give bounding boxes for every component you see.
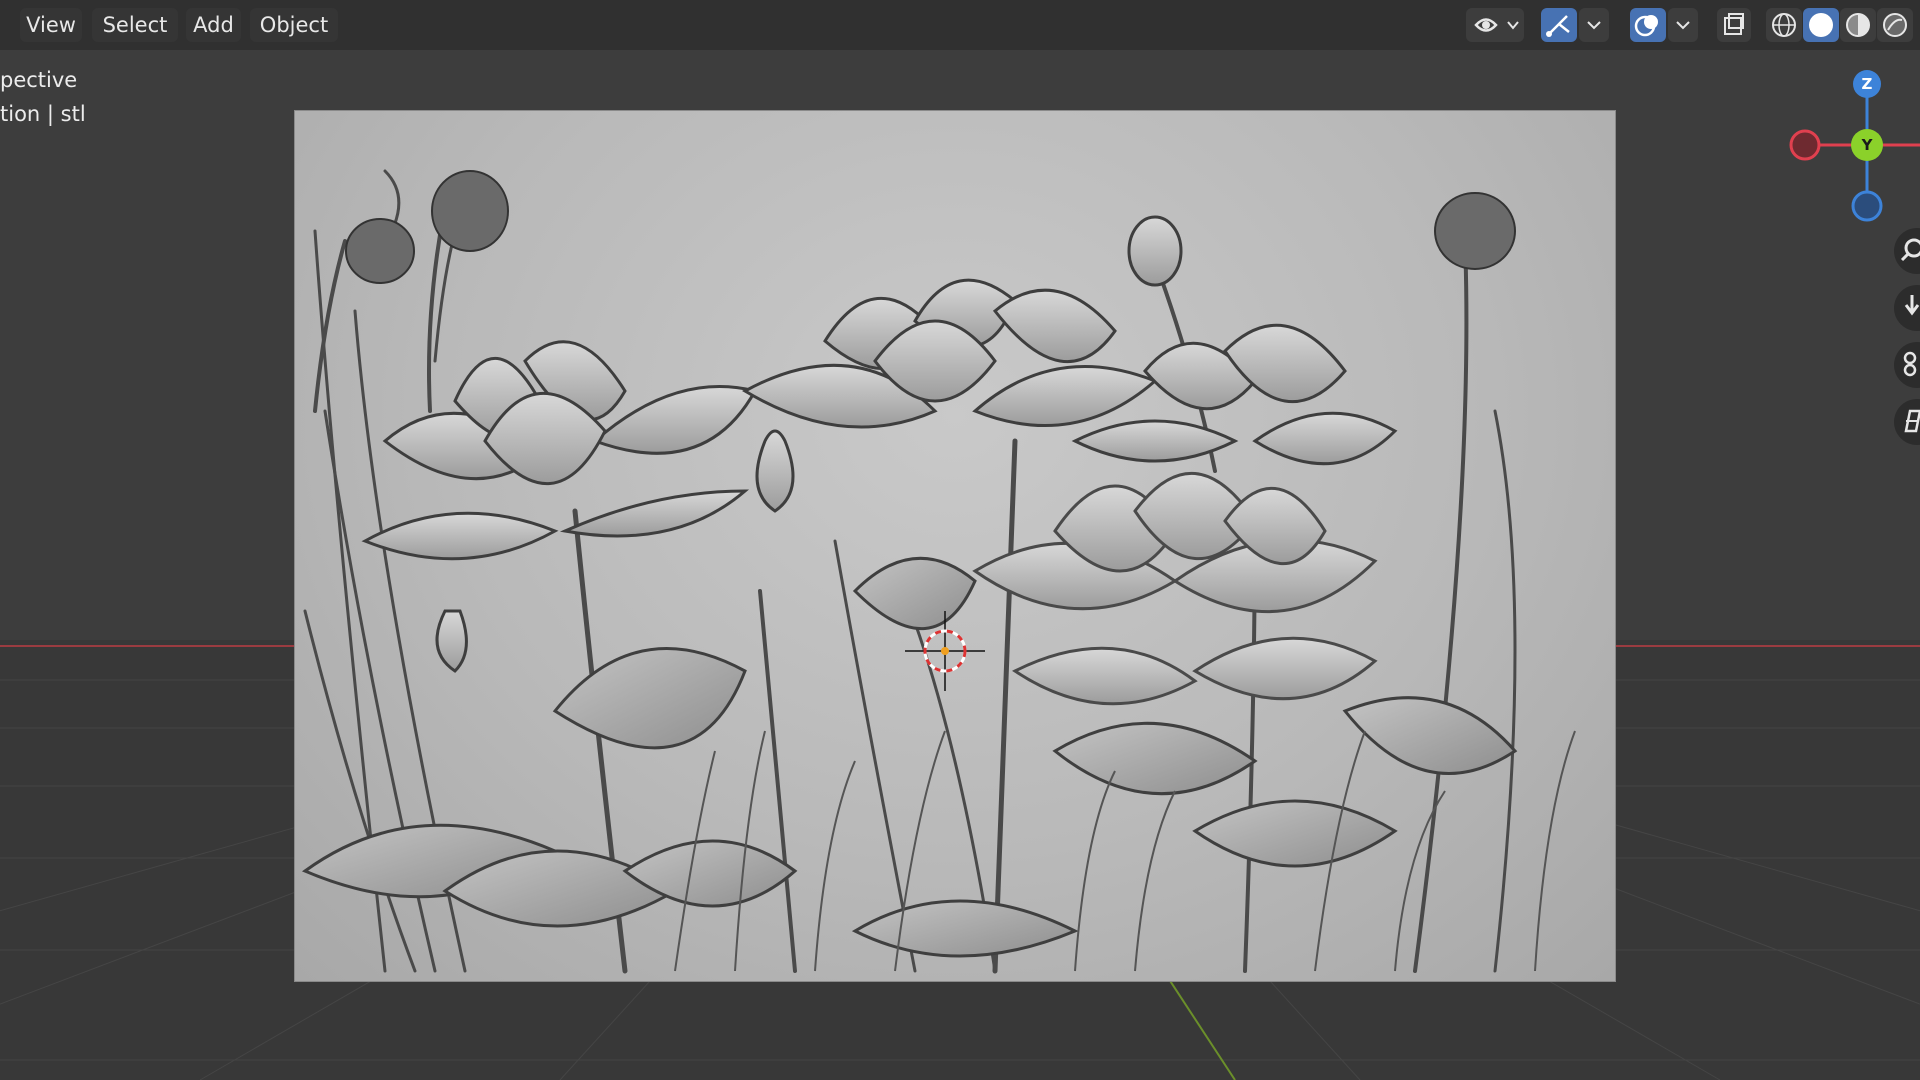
overlay-icon (1634, 15, 1658, 37)
solid-shading-icon (1809, 13, 1833, 37)
gizmo-neg-x-handle (1789, 129, 1821, 161)
relief-model[interactable] (295, 111, 1615, 981)
zoom-icon (1900, 238, 1920, 262)
view-menu[interactable]: View (20, 8, 82, 42)
pan-button[interactable] (1894, 285, 1920, 331)
xray-toggle-button[interactable] (1717, 8, 1751, 42)
viewport-header: View Select Add Object (0, 0, 1920, 50)
gizmo-icon (1546, 15, 1570, 37)
material-shading-icon (1846, 13, 1870, 37)
overlay-toggle-button[interactable] (1630, 8, 1666, 42)
3d-viewport[interactable] (0, 0, 1920, 1080)
gizmo-dropdown[interactable] (1579, 8, 1609, 42)
pan-icon (1904, 295, 1920, 316)
gizmo-y-label: Y (1861, 136, 1874, 154)
overlay-dropdown[interactable] (1668, 8, 1698, 42)
rendered-shading-button[interactable] (1877, 8, 1913, 42)
3d-cursor[interactable] (905, 611, 985, 691)
add-menu[interactable]: Add (186, 8, 241, 42)
active-collection-label: tion | stl (0, 102, 86, 126)
material-shading-button[interactable] (1840, 8, 1876, 42)
gizmo-z-label: Z (1862, 75, 1873, 93)
visibility-button[interactable] (1466, 8, 1524, 42)
orthographic-toggle-button[interactable] (1894, 399, 1920, 445)
camera-view-button[interactable] (1894, 342, 1920, 388)
orthographic-icon (1904, 409, 1920, 433)
chevron-down-icon (1587, 21, 1601, 30)
gizmo-neg-z-handle (1851, 190, 1883, 222)
rendered-shading-icon (1883, 13, 1907, 37)
zoom-button[interactable] (1894, 228, 1920, 274)
solid-shading-button[interactable] (1803, 8, 1839, 42)
chevron-down-icon (1676, 21, 1690, 30)
object-menu[interactable]: Object (250, 8, 338, 42)
select-menu[interactable]: Select (92, 8, 178, 42)
xray-icon (1724, 13, 1744, 35)
camera-icon (1903, 351, 1917, 377)
floral-relief-artwork (301, 169, 1576, 974)
navigation-gizmo[interactable]: Z Y (1780, 66, 1920, 226)
gizmo-toggle-button[interactable] (1541, 8, 1577, 42)
wireframe-shading-button[interactable] (1766, 8, 1802, 42)
wireframe-shading-icon (1772, 13, 1796, 37)
visibility-icon (1474, 18, 1519, 32)
view-perspective-label: pective (0, 68, 78, 92)
